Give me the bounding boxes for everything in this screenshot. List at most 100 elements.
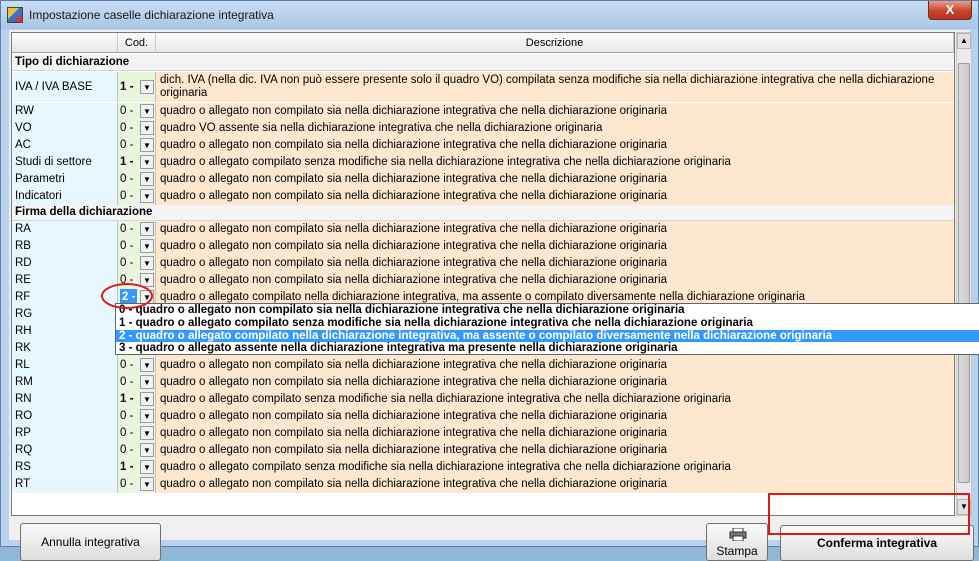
code-select[interactable]: 0 - ▼ — [118, 188, 156, 205]
dropdown-arrow-icon[interactable]: ▼ — [140, 104, 154, 118]
row-name: VO — [12, 120, 118, 137]
code-select[interactable]: 0 - ▼ — [118, 171, 156, 188]
table-row: RT 0 - ▼ quadro o allegato non compilato si… — [12, 476, 954, 493]
code-value: 1 - — [120, 393, 134, 405]
code-select[interactable]: 0 - ▼ — [118, 425, 156, 442]
row-name: RB — [12, 238, 118, 255]
code-select[interactable]: 0 - ▼ — [118, 374, 156, 391]
dropdown-arrow-icon[interactable]: ▼ — [140, 138, 154, 152]
table-row: RQ 0 - ▼ quadro o allegato non compilato si… — [12, 442, 954, 459]
table-row: Parametri 0 - ▼ quadro o allegato non compi… — [12, 171, 954, 188]
code-dropdown-list[interactable]: 0 - quadro o allegato non compilato sia … — [115, 303, 979, 355]
row-name: RW — [12, 103, 118, 120]
table-row: RE 0 - ▼ quadro o allegato non compilato si… — [12, 272, 954, 289]
scroll-thumb[interactable] — [958, 63, 970, 483]
row-name: RD — [12, 255, 118, 272]
table-row: RD 0 - ▼ quadro o allegato non compilato si… — [12, 255, 954, 272]
dropdown-option[interactable]: 3 - quadro o allegato assente nella dich… — [116, 342, 979, 355]
code-select[interactable]: 0 - ▼ — [118, 357, 156, 374]
code-value: 0 - — [120, 410, 134, 422]
section-firma-dichiarazione: Firma della dichiarazione — [12, 204, 954, 221]
row-description: quadro o allegato non compilato sia nell… — [156, 272, 954, 289]
dropdown-arrow-icon[interactable]: ▼ — [140, 121, 154, 135]
dropdown-arrow-icon[interactable]: ▼ — [140, 477, 154, 491]
row-description: quadro o allegato compilato senza modifi… — [156, 154, 954, 171]
header-description: Descrizione — [156, 33, 954, 53]
close-button[interactable]: X — [928, 1, 972, 20]
code-select[interactable]: 0 - ▼ — [118, 137, 156, 154]
stampa-button[interactable]: Stampa — [706, 523, 768, 561]
grid-header: Cod. Descrizione — [12, 33, 954, 53]
table-row: RB 0 - ▼ quadro o allegato non compilato si… — [12, 238, 954, 255]
code-select[interactable]: 0 - ▼ — [118, 442, 156, 459]
row-name: Studi di settore — [12, 154, 118, 171]
code-select[interactable]: 1 - ▼ — [118, 459, 156, 476]
row-description: quadro o allegato non compilato sia nell… — [156, 171, 954, 188]
boxes-grid: Cod. Descrizione Tipo di dichiarazione F… — [11, 32, 955, 516]
dropdown-arrow-icon[interactable]: ▼ — [140, 358, 154, 372]
row-name: RE — [12, 272, 118, 289]
table-row: RA 0 - ▼ quadro o allegato non compilato si… — [12, 221, 954, 238]
annulla-integrativa-button[interactable]: Annulla integrativa — [20, 523, 161, 561]
code-select[interactable]: 0 - ▼ — [118, 221, 156, 238]
code-select[interactable]: 1 - ▼ — [118, 72, 156, 102]
table-row: RN 1 - ▼ quadro o allegato compilato senza … — [12, 391, 954, 408]
dropdown-arrow-icon[interactable]: ▼ — [140, 426, 154, 440]
dropdown-arrow-icon[interactable]: ▼ — [140, 460, 154, 474]
dropdown-option[interactable]: 1 - quadro o allegato compilato senza mo… — [116, 317, 979, 330]
code-select[interactable]: 0 - ▼ — [118, 408, 156, 425]
code-select[interactable]: 0 - ▼ — [118, 238, 156, 255]
table-row: Indicatori 0 - ▼ quadro o allegato non comp… — [12, 188, 954, 205]
row-name: RT — [12, 476, 118, 493]
row-description: quadro o allegato non compilato sia nell… — [156, 442, 954, 459]
row-description: quadro o allegato non compilato sia nell… — [156, 357, 954, 374]
scroll-up-icon[interactable]: ▲ — [957, 33, 971, 49]
row-name: IVA / IVA BASE — [12, 72, 118, 102]
title-bar: Impostazione caselle dichiarazione integ… — [1, 1, 978, 29]
code-select[interactable]: 0 - ▼ — [118, 120, 156, 137]
dropdown-arrow-icon[interactable]: ▼ — [140, 189, 154, 203]
row-description: quadro o allegato non compilato sia nell… — [156, 255, 954, 272]
dropdown-arrow-icon[interactable]: ▼ — [140, 392, 154, 406]
dropdown-option[interactable]: 0 - quadro o allegato non compilato sia … — [116, 304, 979, 317]
row-description: quadro o allegato non compilato sia nell… — [156, 425, 954, 442]
dropdown-option[interactable]: 2 - quadro o allegato compilato nella di… — [116, 329, 979, 343]
code-value: 0 - — [120, 257, 134, 269]
window-title: Impostazione caselle dichiarazione integ… — [29, 8, 274, 22]
row-description: quadro o allegato compilato senza modifi… — [156, 391, 954, 408]
code-select[interactable]: 0 - ▼ — [118, 103, 156, 120]
row-name: RP — [12, 425, 118, 442]
code-select[interactable]: 0 - ▼ — [118, 255, 156, 272]
code-value: 0 - — [120, 444, 134, 456]
code-highlight-circle — [101, 283, 153, 309]
dropdown-arrow-icon[interactable]: ▼ — [140, 155, 154, 169]
code-value: 0 - — [120, 223, 134, 235]
row-name: RH — [12, 323, 118, 340]
table-row: IVA / IVA BASE 1 - ▼ dich. IVA (nella dic. … — [12, 72, 954, 102]
code-value: 1 - — [120, 156, 134, 168]
row-name: RK — [12, 340, 118, 357]
dialog-window: Impostazione caselle dichiarazione integ… — [0, 0, 979, 561]
table-row: AC 0 - ▼ quadro o allegato non compilato si… — [12, 137, 954, 154]
dropdown-arrow-icon[interactable]: ▼ — [140, 239, 154, 253]
code-select[interactable]: 1 - ▼ — [118, 154, 156, 171]
vertical-scrollbar[interactable]: ▲ ▼ — [956, 32, 972, 516]
dropdown-arrow-icon[interactable]: ▼ — [140, 80, 154, 94]
table-row: RL 0 - ▼ quadro o allegato non compilato si… — [12, 357, 954, 374]
table-row: RO 0 - ▼ quadro o allegato non compilato si… — [12, 408, 954, 425]
dropdown-arrow-icon[interactable]: ▼ — [140, 409, 154, 423]
code-value: 0 - — [120, 173, 134, 185]
code-select[interactable]: 0 - ▼ — [118, 476, 156, 493]
code-value: 0 - — [120, 376, 134, 388]
dropdown-arrow-icon[interactable]: ▼ — [140, 222, 154, 236]
code-select[interactable]: 1 - ▼ — [118, 391, 156, 408]
dropdown-arrow-icon[interactable]: ▼ — [140, 443, 154, 457]
code-value: 0 - — [120, 478, 134, 490]
code-value: 0 - — [120, 122, 134, 134]
row-description: quadro o allegato non compilato sia nell… — [156, 238, 954, 255]
dropdown-arrow-icon[interactable]: ▼ — [140, 172, 154, 186]
code-value: 0 - — [120, 427, 134, 439]
dropdown-arrow-icon[interactable]: ▼ — [140, 375, 154, 389]
row-description: quadro o allegato compilato senza modifi… — [156, 459, 954, 476]
dropdown-arrow-icon[interactable]: ▼ — [140, 256, 154, 270]
